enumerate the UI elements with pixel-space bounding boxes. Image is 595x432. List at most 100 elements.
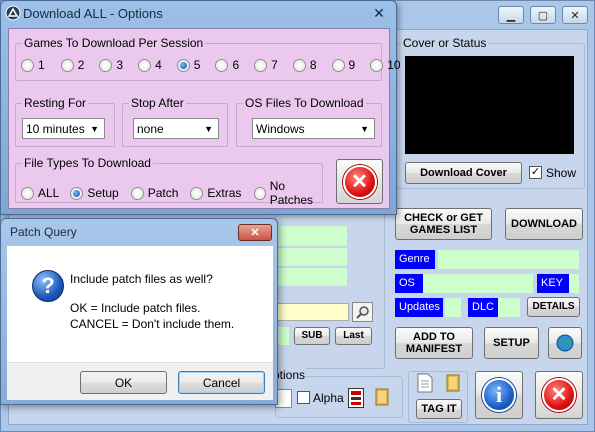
games-per-session-option[interactable]: 7 (254, 58, 278, 72)
radio-button[interactable] (370, 58, 384, 72)
tag-it-button[interactable]: TAG IT (416, 399, 462, 419)
dialog-close-button[interactable]: ✕ (238, 224, 272, 241)
games-per-session-label: 7 (271, 58, 278, 72)
download-button[interactable]: DOWNLOAD (505, 208, 583, 240)
info-icon: i (482, 378, 516, 412)
document-icon (417, 373, 433, 393)
search-button[interactable] (352, 302, 373, 322)
games-per-session-option[interactable]: 3 (99, 58, 123, 72)
stop-after-group: Stop After none ▼ (122, 96, 228, 147)
sub-button[interactable]: SUB (294, 327, 330, 345)
details-button[interactable]: DETAILS (527, 297, 580, 317)
radio-button[interactable] (21, 58, 34, 72)
radio-button[interactable] (176, 58, 190, 72)
search-input[interactable] (275, 303, 349, 321)
add-to-manifest-button[interactable]: ADD TO MANIFEST (395, 327, 473, 359)
info-button[interactable]: i (475, 371, 523, 419)
radio-button[interactable] (292, 58, 306, 72)
radio-button[interactable] (190, 186, 204, 200)
stop-after-legend: Stop After (129, 96, 186, 110)
os-files-select[interactable]: Windows ▼ (252, 118, 375, 139)
notes-button[interactable] (417, 373, 433, 393)
last-button[interactable]: Last (335, 327, 372, 345)
sort-button[interactable] (348, 388, 364, 408)
sort-icon (351, 391, 361, 405)
file-type-option[interactable]: Setup (70, 186, 119, 200)
radio-button[interactable] (130, 186, 144, 200)
games-per-session-option[interactable]: 5 (176, 58, 200, 72)
games-per-session-option[interactable]: 1 (21, 58, 45, 72)
games-per-session-label: 2 (77, 58, 85, 72)
games-per-session-legend: Games To Download Per Session (22, 36, 206, 50)
games-per-session-option[interactable]: 8 (292, 58, 317, 72)
key-value (569, 274, 579, 293)
radio-button[interactable] (99, 58, 113, 72)
resting-for-select[interactable]: 10 minutes ▼ (22, 118, 105, 139)
key-label: KEY (537, 274, 569, 293)
games-per-session-group: Games To Download Per Session 1 2 345 6 7 89 1… (15, 36, 401, 81)
file-types-group: File Types To Download ALL Setup Patch Extr… (15, 156, 323, 207)
minimize-button[interactable]: ▁ (498, 6, 524, 24)
file-type-option[interactable]: Extras (190, 186, 241, 200)
file-type-label: ALL (38, 186, 60, 200)
cancel-button[interactable]: Cancel (178, 371, 265, 394)
radio-button[interactable] (70, 186, 84, 200)
options-cancel-button[interactable]: ✕ (336, 159, 383, 204)
download-cover-button[interactable]: Download Cover (405, 162, 522, 184)
radio-button[interactable] (254, 186, 266, 200)
file-types-radios: ALL Setup Patch Extras No Patches (21, 179, 322, 207)
file-types-legend: File Types To Download (22, 156, 153, 170)
globe-button[interactable] (548, 327, 582, 359)
red-x-icon: ✕ (342, 164, 377, 199)
radio-button[interactable] (254, 58, 268, 72)
games-per-session-option[interactable]: 4 (138, 58, 162, 72)
options-close-button[interactable]: ✕ (368, 5, 390, 22)
file-type-option[interactable]: No Patches (254, 179, 322, 207)
cover-image (405, 56, 574, 154)
file-type-option[interactable]: Patch (130, 186, 179, 200)
close-window-button[interactable]: ✕ (562, 6, 588, 24)
tag-folder-button[interactable] (443, 373, 463, 393)
radio-button[interactable] (215, 58, 229, 72)
games-per-session-label: 6 (232, 58, 240, 72)
radio-button[interactable] (138, 58, 152, 72)
games-per-session-label: 3 (116, 58, 124, 72)
chevron-down-icon: ▼ (90, 124, 99, 134)
genre-value (438, 250, 579, 269)
file-type-option[interactable]: ALL (21, 186, 59, 200)
alpha-label: Alpha (313, 391, 344, 405)
alpha-checkbox[interactable] (297, 391, 310, 404)
games-per-session-option[interactable]: 6 (215, 58, 239, 72)
stop-after-select[interactable]: none ▼ (133, 118, 219, 139)
ok-button[interactable]: OK (80, 371, 167, 394)
radio-button[interactable] (21, 186, 34, 200)
magnifier-icon (355, 306, 369, 319)
exit-button[interactable]: ✕ (535, 371, 583, 419)
check-games-list-button[interactable]: CHECK or GET GAMES LIST (395, 208, 492, 240)
resting-for-legend: Resting For (22, 96, 89, 110)
options-window-title: Download ALL - Options (23, 6, 163, 21)
file-type-label: Patch (147, 186, 179, 200)
resting-for-group: Resting For 10 minutes ▼ (15, 96, 115, 147)
games-list-row (275, 226, 347, 246)
games-per-session-option[interactable]: 2 (60, 58, 85, 72)
radio-button[interactable] (331, 58, 345, 72)
games-per-session-label: 8 (309, 58, 317, 72)
dialog-body: ? Include patch files as well? OK = Incl… (7, 246, 273, 400)
genre-label: Genre (395, 250, 435, 269)
file-type-label: Extras (207, 186, 242, 200)
maximize-button[interactable]: ▢ (530, 6, 556, 24)
dlc-value (498, 298, 520, 317)
red-x-icon: ✕ (542, 378, 576, 412)
os-files-legend: OS Files To Download (243, 96, 366, 110)
games-list-row (275, 268, 347, 286)
show-checkbox[interactable]: ✓ (529, 166, 542, 179)
games-per-session-option[interactable]: 10 (370, 58, 401, 72)
games-per-session-option[interactable]: 9 (331, 58, 355, 72)
folder-button[interactable] (372, 387, 392, 407)
options-panel: Games To Download Per Session 1 2 345 6 7 89 1… (8, 28, 401, 209)
app-icon (5, 5, 21, 21)
radio-button[interactable] (60, 58, 74, 72)
setup-button[interactable]: SETUP (484, 327, 539, 359)
games-list-row (275, 248, 347, 266)
